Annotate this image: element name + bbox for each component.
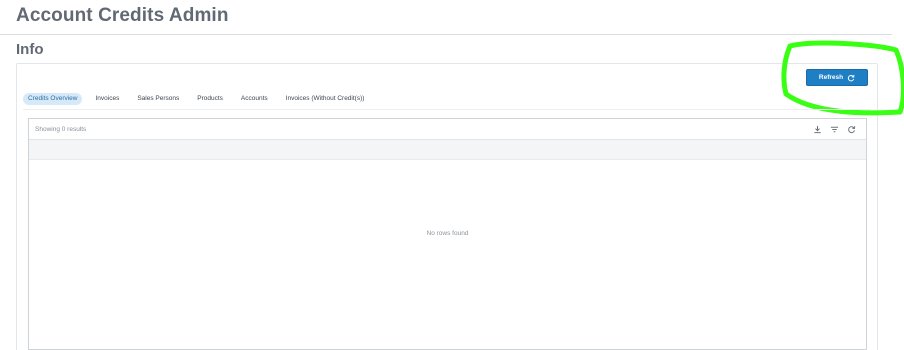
title-divider: [0, 34, 892, 35]
refresh-button-label: Refresh: [818, 74, 844, 81]
data-grid: Showing 0 results No rows found: [28, 118, 867, 350]
grid-header-row: [29, 140, 866, 160]
filter-icon[interactable]: [830, 125, 839, 134]
result-count: Showing 0 results: [35, 125, 87, 133]
grid-tools: [813, 125, 856, 134]
tab-invoices-without-credits[interactable]: Invoices (Without Credit(s)): [281, 93, 370, 105]
tab-invoices[interactable]: Invoices: [90, 93, 124, 105]
tabs-divider: [23, 109, 871, 110]
refresh-icon: [847, 74, 855, 81]
tab-products[interactable]: Products: [192, 93, 228, 105]
section-title: Info: [16, 41, 44, 58]
grid-toolbar: Showing 0 results: [29, 119, 866, 140]
tab-credits-overview[interactable]: Credits Overview: [23, 92, 83, 105]
reload-icon[interactable]: [847, 125, 856, 134]
refresh-button[interactable]: Refresh: [806, 69, 868, 86]
tab-sales-persons[interactable]: Sales Persons: [132, 93, 184, 105]
page-title: Account Credits Admin: [16, 5, 229, 26]
empty-state-message: No rows found: [426, 230, 469, 237]
download-icon[interactable]: [813, 125, 822, 134]
tab-accounts[interactable]: Accounts: [236, 93, 273, 105]
tab-bar: Credits Overview Invoices Sales Persons …: [23, 92, 377, 105]
